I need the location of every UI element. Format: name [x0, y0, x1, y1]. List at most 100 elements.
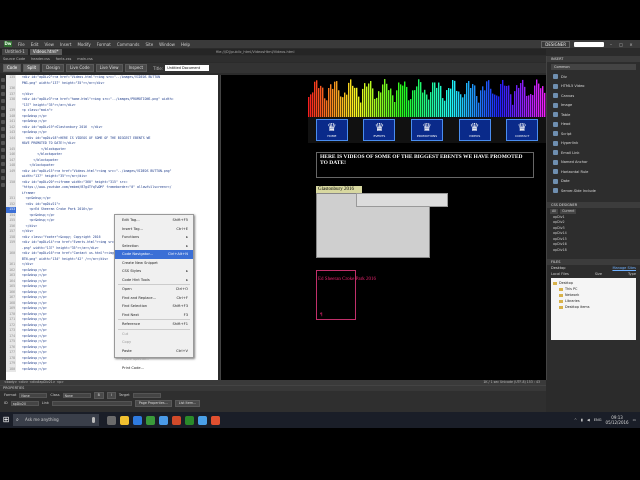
up-arrow-icon[interactable]: ^	[574, 418, 577, 422]
files-col-local[interactable]: Local Files	[551, 272, 569, 276]
crown-nav-button[interactable]: ♛ CONTACT	[506, 119, 539, 141]
taskbar-app-icon[interactable]	[172, 415, 181, 425]
design-view-button[interactable]: Design	[42, 64, 64, 72]
id-select[interactable]: apDiv20	[10, 400, 39, 406]
context-menu-item[interactable]: Insert Tag... Ctrl+E	[115, 225, 193, 234]
list-item-button[interactable]: List Item...	[174, 399, 201, 407]
taskbar-app-icon[interactable]	[185, 415, 194, 425]
start-button[interactable]: ⊞	[0, 412, 12, 428]
taskbar-app-icon[interactable]	[159, 415, 168, 425]
expand-all-icon[interactable]	[1, 99, 5, 103]
context-menu-item[interactable]: Find Next F3	[115, 311, 193, 320]
live-code-button[interactable]: Live Code	[65, 64, 94, 72]
files-site-select[interactable]: Desktop	[551, 266, 565, 270]
insert-item[interactable]: Canvas	[547, 91, 640, 101]
menu-insert[interactable]: Insert	[60, 42, 71, 47]
context-menu-item[interactable]: Functions ▸	[115, 233, 193, 242]
context-menu-item[interactable]: Create New Snippet	[115, 259, 193, 268]
open-documents-icon[interactable]	[1, 78, 5, 82]
context-menu-item[interactable]: Cut	[115, 330, 193, 339]
highlight-invalid-code-icon[interactable]	[1, 127, 5, 131]
menu-view[interactable]: View	[44, 42, 54, 47]
live-view-button[interactable]: Live View	[95, 64, 123, 72]
files-col-size[interactable]: Size	[595, 272, 602, 276]
insert-category-select[interactable]: Common	[551, 64, 636, 70]
remove-comment-icon[interactable]	[1, 141, 5, 145]
insert-item[interactable]: Table	[547, 110, 640, 120]
tab-videos[interactable]: Videos.html*	[29, 49, 62, 55]
taskbar-app-icon[interactable]	[146, 415, 155, 425]
notifications-icon[interactable]: ▭	[633, 418, 636, 422]
code-view-button[interactable]: Code	[3, 64, 22, 72]
target-select[interactable]	[132, 392, 161, 398]
file-tree-item[interactable]: Desktop items	[553, 304, 634, 310]
collapse-selection-icon[interactable]	[1, 92, 5, 96]
insert-item[interactable]: Date	[547, 177, 640, 187]
crown-nav-button[interactable]: ♛ VIDEOS	[458, 119, 491, 141]
context-menu-item[interactable]: Reference Shift+F1	[115, 320, 193, 329]
split-view-button[interactable]: Split	[23, 64, 41, 72]
minimize-button[interactable]: –	[608, 42, 614, 47]
maximize-button[interactable]: □	[618, 42, 624, 47]
outdent-code-icon[interactable]	[1, 176, 5, 180]
menu-modify[interactable]: Modify	[77, 42, 90, 47]
insert-item[interactable]: Email Link	[547, 148, 640, 158]
italic-button[interactable]: I	[106, 391, 116, 399]
context-menu-item[interactable]: Code Navigator... Ctrl+Alt+N	[115, 250, 193, 259]
context-menu-item[interactable]: Code Hint Tools ▸	[115, 276, 193, 285]
crown-nav-button[interactable]: ♛ PROMOTIONS	[410, 119, 443, 141]
menu-help[interactable]: Help	[181, 42, 190, 47]
microphone-icon[interactable]	[92, 417, 95, 423]
taskbar-app-icon[interactable]	[211, 415, 220, 425]
taskbar-app-icon[interactable]	[120, 415, 129, 425]
language-indicator[interactable]: ENG	[594, 418, 602, 422]
crown-nav-button[interactable]: ♛ EVENTS	[363, 119, 396, 141]
help-search-input[interactable]	[574, 42, 604, 47]
bold-button[interactable]: B	[93, 391, 104, 399]
page-properties-button[interactable]: Page Properties...	[134, 399, 172, 407]
clock[interactable]: 09:13 05/12/2016	[606, 415, 629, 425]
context-menu-item[interactable]: CSS Styles ▸	[115, 267, 193, 276]
document-title-input[interactable]: Untitled Document	[165, 65, 210, 71]
context-menu-item[interactable]: Find Selection Shift+F3	[115, 302, 193, 311]
move-css-icon[interactable]	[1, 162, 5, 166]
files-col-type[interactable]: Type	[628, 272, 636, 276]
css-selector-item[interactable]: apDiv18	[547, 248, 640, 254]
line-numbers-icon[interactable]	[1, 120, 5, 124]
menu-edit[interactable]: Edit	[31, 42, 39, 47]
context-menu-item[interactable]: Paste Ctrl+V	[115, 347, 193, 356]
headline-div[interactable]: HERE IS VIDEOS OF SOME OF THE BIGGEST EB…	[316, 152, 534, 178]
glastonbury-label[interactable]: Glastonbury 2016	[316, 186, 362, 193]
related-header-css[interactable]: header.css	[31, 57, 50, 61]
select-parent-tag-icon[interactable]	[1, 106, 5, 110]
volume-icon[interactable]: ◀	[587, 418, 590, 422]
insert-item[interactable]: Horizontal Rule	[547, 167, 640, 177]
insert-item[interactable]: Div	[547, 72, 640, 82]
collapse-tag-icon[interactable]	[1, 85, 5, 89]
context-menu-item[interactable]: Edit Tag... Shift+F5	[115, 216, 193, 225]
recent-snippets-icon[interactable]	[1, 155, 5, 159]
related-fonts-css[interactable]: fonts.css	[56, 57, 71, 61]
insert-item[interactable]: Server-Side Include	[547, 186, 640, 196]
menu-format[interactable]: Format	[97, 42, 111, 47]
insert-item[interactable]: Hyperlink	[547, 139, 640, 149]
indent-code-icon[interactable]	[1, 169, 5, 173]
context-menu-item[interactable]: Open Ctrl+O	[115, 285, 193, 294]
inspect-button[interactable]: Inspect	[124, 64, 148, 72]
manage-sites-link[interactable]: Manage Sites	[612, 266, 636, 270]
css-tab-current[interactable]: Current	[560, 208, 577, 214]
insert-panel-header[interactable]: INSERT	[547, 56, 640, 62]
insert-item[interactable]: Script	[547, 129, 640, 139]
taskbar-app-icon[interactable]	[107, 415, 116, 425]
apply-comment-icon[interactable]	[1, 134, 5, 138]
css-tab-all[interactable]: All	[550, 208, 559, 214]
menu-file[interactable]: File	[18, 42, 25, 47]
context-menu-item[interactable]: Print Code...	[115, 364, 193, 373]
class-select[interactable]: None	[62, 392, 91, 398]
insert-item[interactable]: HTML5 Video	[547, 82, 640, 92]
cortana-search[interactable]: ⌕ Ask me anything	[13, 414, 99, 426]
workspace-switcher[interactable]: DESIGNER	[541, 41, 570, 48]
context-menu-item[interactable]: Paste Special...	[115, 355, 193, 364]
taskbar-app-icon[interactable]	[198, 415, 207, 425]
related-source-code[interactable]: Source Code	[3, 57, 25, 61]
